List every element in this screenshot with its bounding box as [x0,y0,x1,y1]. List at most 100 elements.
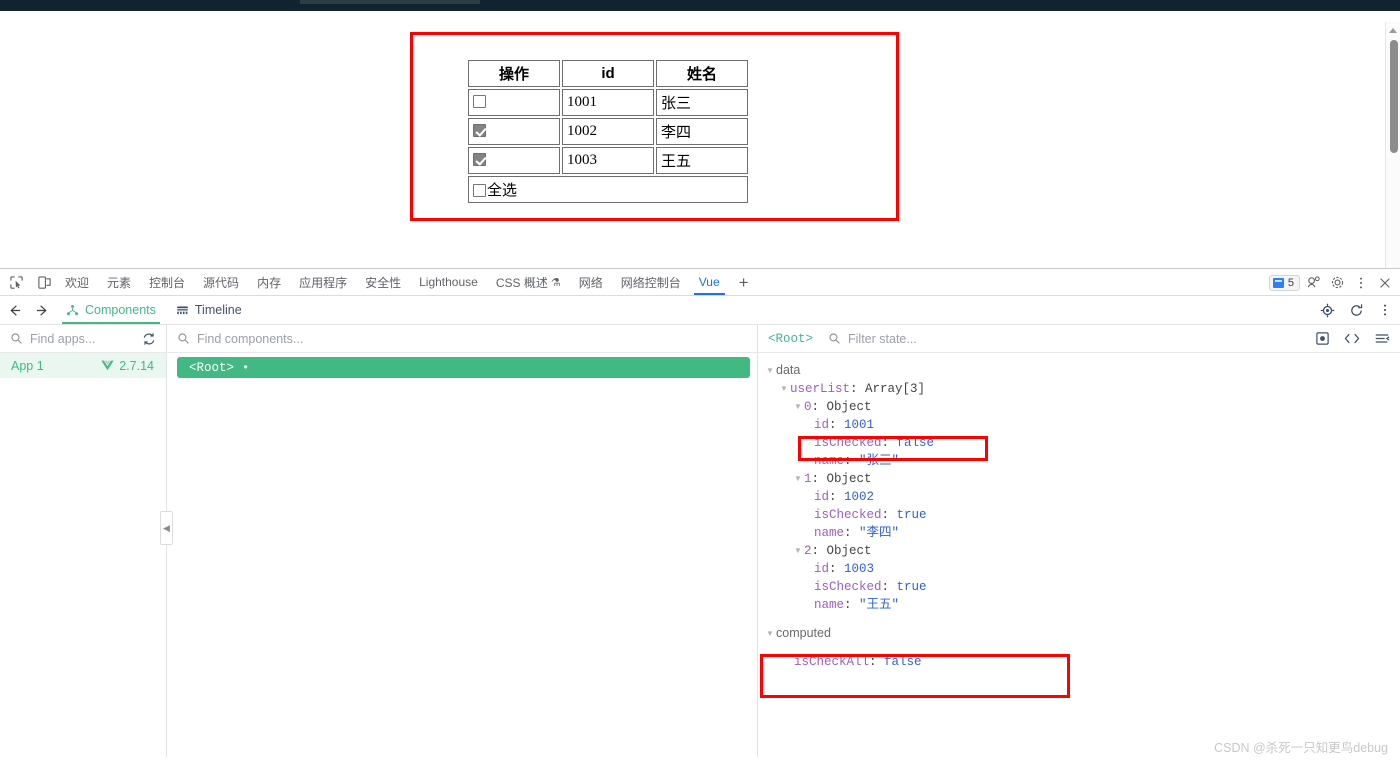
vue-devtools-tabbar: Components Timeline [0,296,1400,325]
page-scrollbar[interactable] [1385,22,1400,268]
gear-icon[interactable] [1326,272,1348,294]
tab-components[interactable]: Components [56,296,166,324]
tab-timeline[interactable]: Timeline [166,296,252,324]
prop-key: isChecked [814,436,882,450]
scroll-up-arrow-icon[interactable] [1389,28,1397,33]
back-arrow-icon[interactable] [0,304,28,317]
collapse-all-icon[interactable] [1374,332,1390,345]
array-index: 0 [804,400,812,414]
prop-row[interactable]: name: "张三" [766,451,1400,469]
array-item-2[interactable]: ▼ 2: Object [766,541,1400,559]
state-entry-userlist[interactable]: ▼ userList: Array[3] [766,379,1400,397]
tab-lighthouse[interactable]: Lighthouse [410,269,487,295]
device-toolbar-icon[interactable] [32,270,56,294]
tab-elements[interactable]: 元素 [98,269,140,295]
prop-row-ischeckall[interactable]: isCheckAll: false [766,652,1400,670]
tab-label: Lighthouse [419,275,478,289]
tab-label: 网络 [578,275,603,290]
prop-row[interactable]: isChecked: false [766,433,1400,451]
prop-row[interactable]: isChecked: true [766,505,1400,523]
prop-key: name [814,526,845,540]
chevron-down-icon[interactable]: ▼ [766,362,776,380]
row-name: 张三 [656,89,748,116]
prop-row[interactable]: name: "李四" [766,523,1400,541]
prop-row[interactable]: id: 1003 [766,559,1400,577]
row-checkbox-1002[interactable] [473,124,486,137]
prop-row[interactable]: isChecked: true [766,577,1400,595]
devtools-more-icon[interactable] [1350,272,1372,294]
select-component-target-icon[interactable] [1320,303,1335,318]
apps-search[interactable]: Find apps... [0,325,167,352]
state-group-data[interactable]: ▼ data [766,361,1400,379]
add-panel-icon[interactable]: + [729,274,759,291]
row-checkbox-cell[interactable] [468,147,560,174]
scrollbar-thumb[interactable] [1389,40,1398,153]
tab-label: 网络控制台 [620,275,681,290]
prop-key: isCheckAll [794,655,870,669]
screenshot-root: 操作 id 姓名 1001 张三 1002 李四 1003 王五 全选 欢迎 元… [0,0,1400,764]
inspect-dom-icon[interactable] [1315,331,1330,346]
tab-sources[interactable]: 源代码 [194,269,248,295]
chevron-down-icon[interactable]: ▼ [794,398,804,416]
tab-console[interactable]: 控制台 [140,269,194,295]
prop-row[interactable]: id: 1001 [766,415,1400,433]
tab-label: 源代码 [203,275,240,290]
devtools-settings-profile-icon[interactable] [1302,272,1324,294]
row-name: 李四 [656,118,748,145]
row-id: 1003 [562,147,654,174]
app-version: 2.7.14 [119,358,154,373]
tab-label: 欢迎 [65,275,90,290]
browser-tab-stub [300,0,480,4]
refresh-apps-icon[interactable] [142,332,156,346]
tab-welcome[interactable]: 欢迎 [56,269,98,295]
component-tree-item-root[interactable]: <Root> • [177,357,750,378]
open-in-editor-icon[interactable] [1344,332,1360,345]
row-name: 王五 [656,147,748,174]
inspect-element-icon[interactable] [4,270,28,294]
table-row: 1002 李四 [468,118,748,145]
watermark: CSDN @杀死一只知更鸟debug [1214,741,1388,755]
prop-row[interactable]: name: "王五" [766,595,1400,613]
devtools-toolbar-right: 5 [1268,269,1396,296]
tab-network-console[interactable]: 网络控制台 [612,269,690,295]
table-header-row: 操作 id 姓名 [468,60,748,87]
state-search-placeholder: Filter state... [848,331,917,346]
row-checkbox-cell[interactable] [468,118,560,145]
components-search[interactable]: Find components... [167,325,758,352]
select-all-label: 全选 [487,183,518,199]
prop-row[interactable]: id: 1002 [766,487,1400,505]
table-header-id: id [562,60,654,87]
refresh-icon[interactable] [1349,303,1364,318]
select-all-checkbox[interactable] [473,184,486,197]
tab-network[interactable]: 网络 [570,269,612,295]
array-item-1[interactable]: ▼ 1: Object [766,469,1400,487]
vue-more-icon[interactable] [1378,303,1392,317]
sidebar-collapse-handle[interactable]: ◀ [160,511,173,545]
chevron-down-icon[interactable]: ▼ [780,380,790,398]
array-item-0[interactable]: ▼ 0: Object [766,397,1400,415]
forward-arrow-icon[interactable] [28,304,56,317]
tab-application[interactable]: 应用程序 [290,269,356,295]
chevron-down-icon[interactable]: ▼ [766,625,776,643]
state-root-label: <Root> [768,331,814,346]
console-messages-badge[interactable]: 5 [1268,274,1300,291]
chevron-down-icon[interactable]: ▼ [794,542,804,560]
row-checkbox-1003[interactable] [473,153,486,166]
chevron-down-icon[interactable]: ▼ [794,470,804,488]
item-type: Object [826,544,872,558]
prop-key: name [814,454,845,468]
select-all-cell[interactable]: 全选 [468,176,748,203]
row-checkbox-cell[interactable] [468,89,560,116]
state-search[interactable]: <Root> Filter state... [758,325,1400,352]
state-group-computed[interactable]: ▼ computed [766,624,1400,642]
message-icon [1272,277,1284,288]
close-icon[interactable] [1374,272,1396,294]
tab-vue[interactable]: Vue [690,269,729,295]
table-header-operation: 操作 [468,60,560,87]
app-list-item[interactable]: App 1 2.7.14 [0,353,166,378]
tab-security[interactable]: 安全性 [356,269,410,295]
prop-key: isChecked [814,508,882,522]
row-checkbox-1001[interactable] [473,95,486,108]
tab-css-overview[interactable]: CSS 概述 ⚗ [487,269,570,295]
tab-memory[interactable]: 内存 [248,269,290,295]
